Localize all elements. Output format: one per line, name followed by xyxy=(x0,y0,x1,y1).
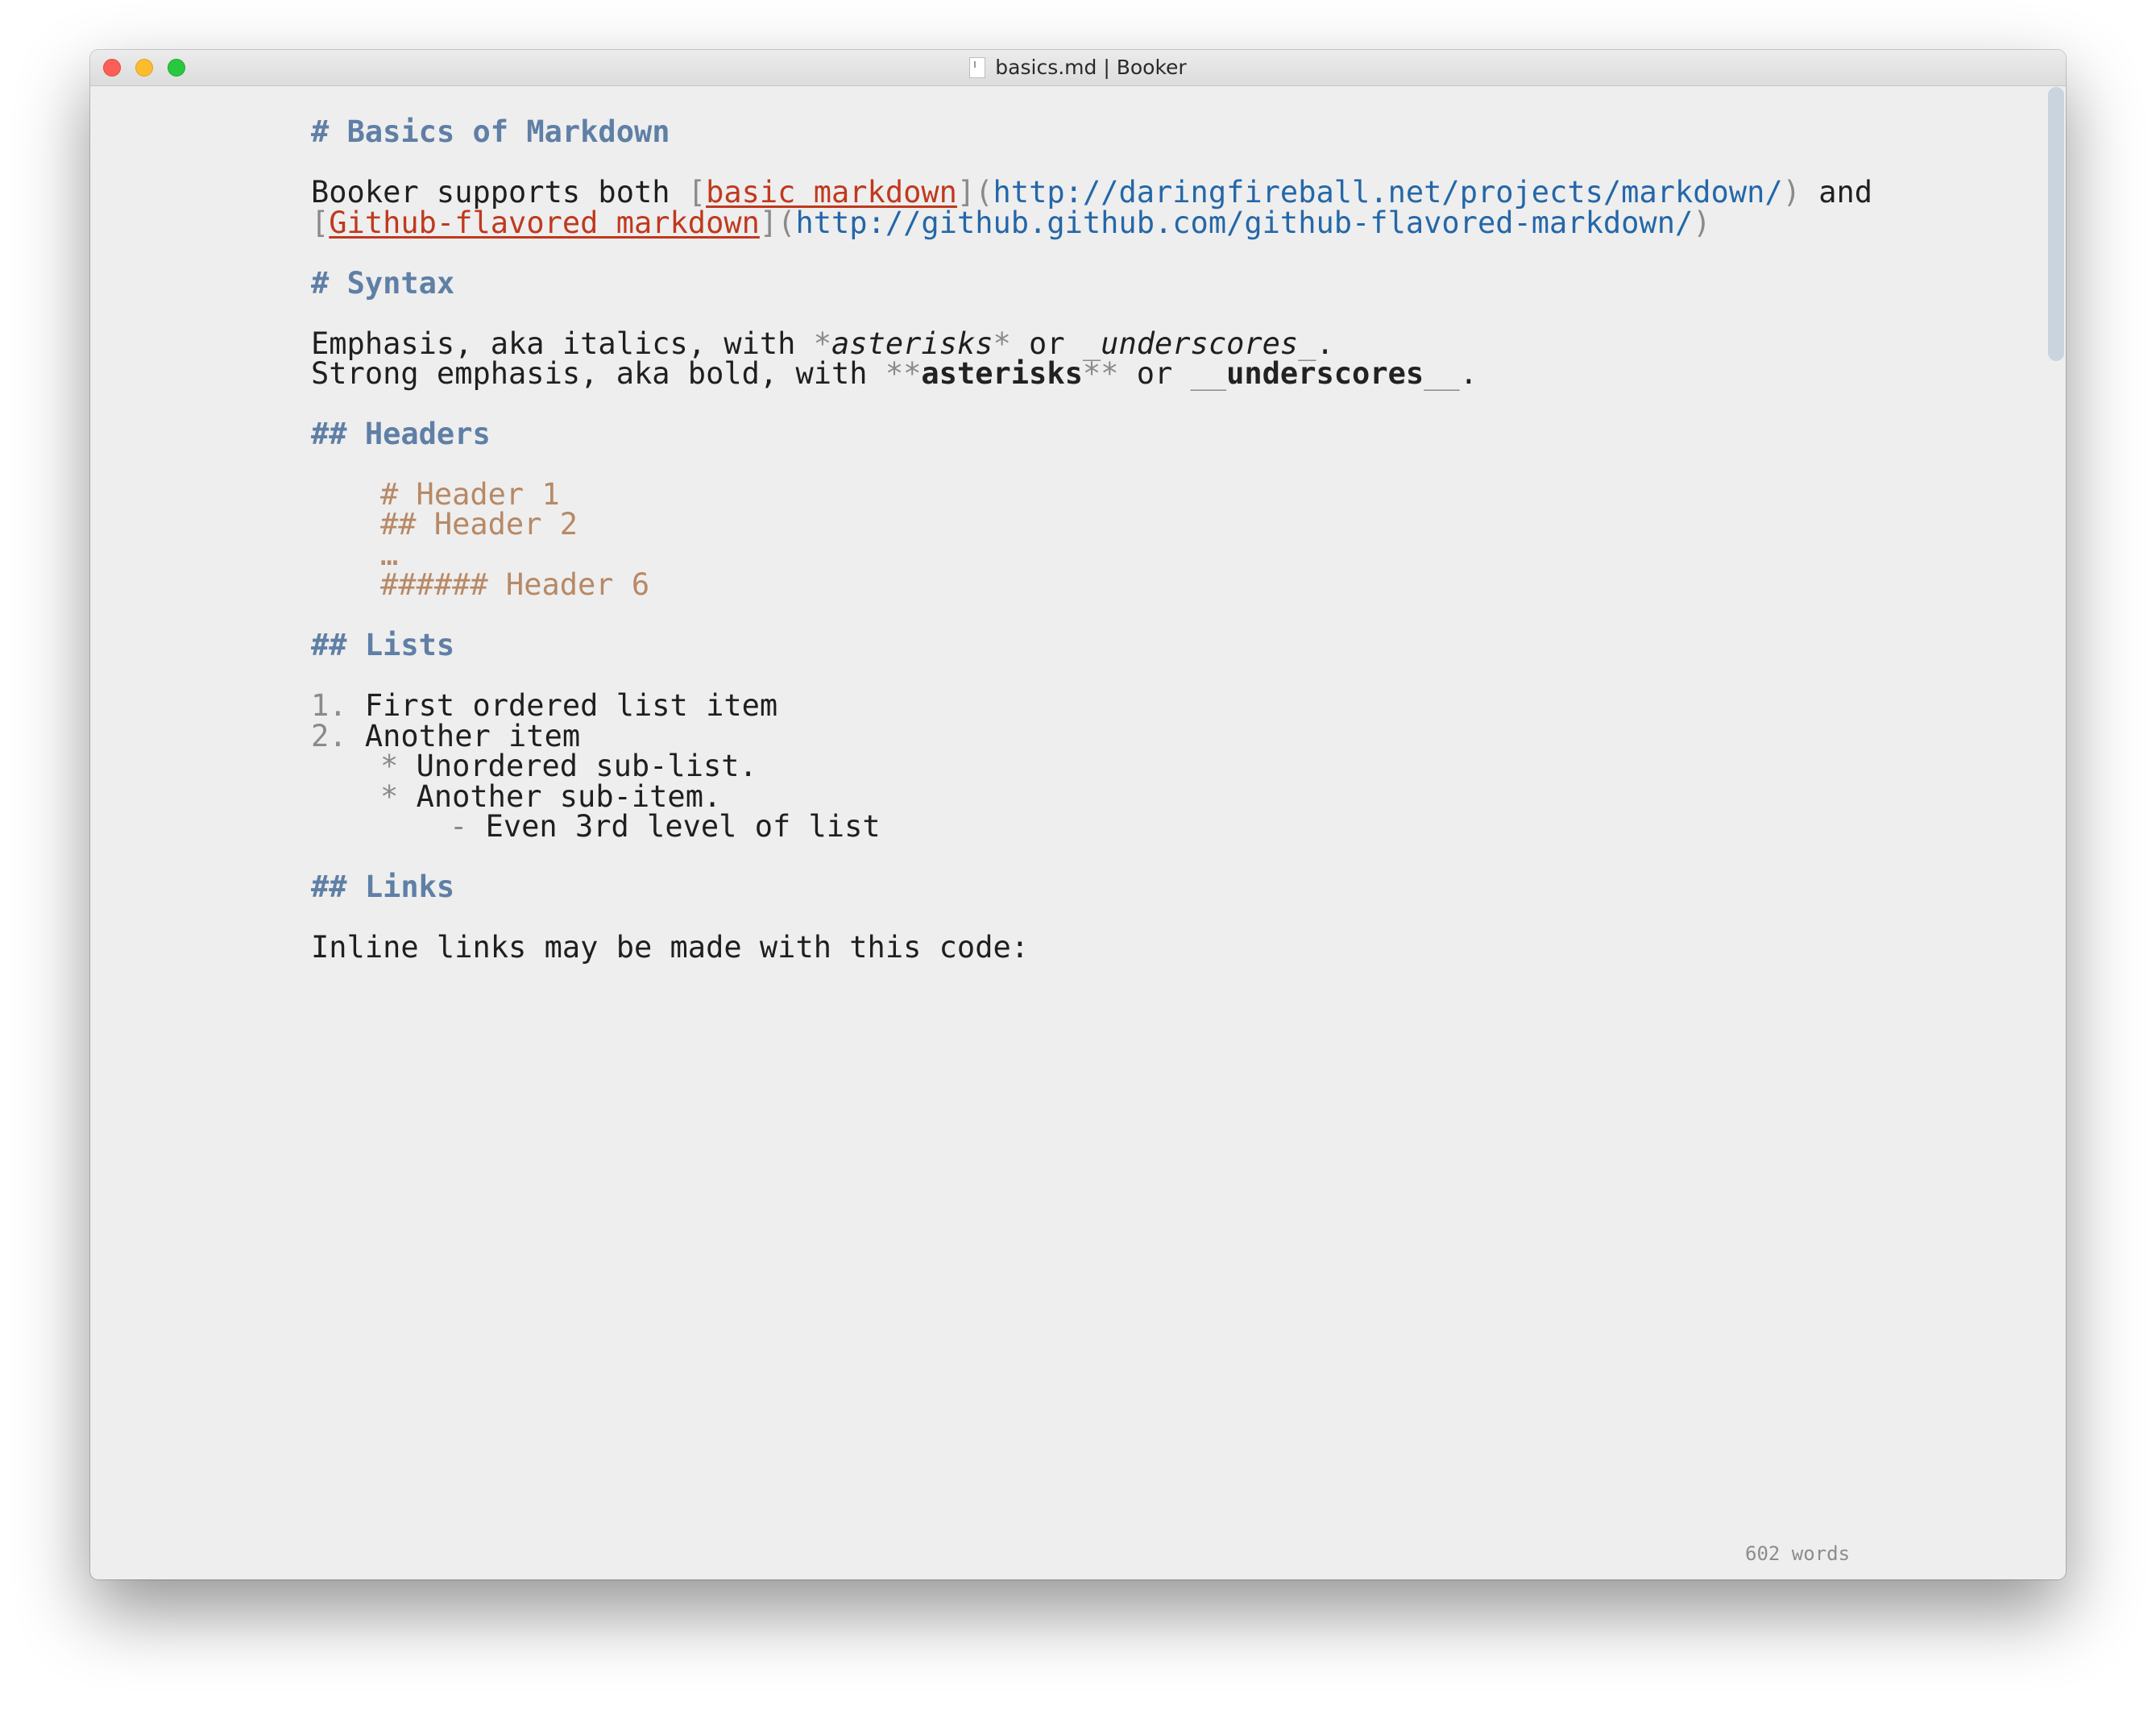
code-line: ###### Header 6 xyxy=(380,567,650,602)
scrollbar-thumb[interactable] xyxy=(2048,87,2064,361)
link-bracket: [ xyxy=(311,205,330,240)
heading-links: ## Links xyxy=(311,865,454,910)
link-paren: ) xyxy=(1693,205,1711,240)
heading-marker: # xyxy=(311,114,347,149)
strong-or: or xyxy=(1118,356,1191,391)
heading-marker: # xyxy=(311,266,347,301)
strong-line: Strong emphasis, aka bold, with **asteri… xyxy=(311,351,1478,396)
heading-text: Syntax xyxy=(346,266,455,301)
strong-end: . xyxy=(1459,356,1478,391)
heading-text: Basics of Markdown xyxy=(346,114,670,149)
strong-marker: __ xyxy=(1190,356,1227,391)
markdown-editor[interactable]: # Basics of Markdown Booker supports bot… xyxy=(311,50,1955,1549)
heading-marker: ## xyxy=(311,870,365,904)
links-intro-line: Inline links may be made with this code: xyxy=(311,930,1030,965)
link-bracket: ]( xyxy=(759,205,796,240)
heading-text: Links xyxy=(364,870,455,904)
strong-marker: ** xyxy=(1082,356,1119,391)
list-marker: - xyxy=(450,809,486,844)
strong-text: Strong emphasis, aka bold, with xyxy=(311,356,885,391)
heading-basics: # Basics of Markdown xyxy=(311,110,670,155)
heading-text: Headers xyxy=(364,417,491,451)
third-level-list-item: - Even 3rd level of list xyxy=(450,804,881,849)
bold-word: underscores xyxy=(1226,356,1424,391)
vertical-scrollbar[interactable] xyxy=(2046,85,2066,1579)
code-line: ## Header 2 xyxy=(380,507,578,542)
intro-joiner: and xyxy=(1800,175,1873,210)
app-window: basics.md | Booker # Basics of Markdown … xyxy=(90,50,2066,1579)
heading-headers: ## Headers xyxy=(311,412,491,457)
strong-marker: __ xyxy=(1424,356,1460,391)
strong-marker: ** xyxy=(885,356,922,391)
list-marker: * xyxy=(380,779,417,814)
list-item-text: Even 3rd level of list xyxy=(485,809,881,844)
heading-syntax: # Syntax xyxy=(311,261,454,306)
word-count: 602 words xyxy=(1745,1542,1851,1565)
bold-word: asterisks xyxy=(921,356,1083,391)
heading-lists: ## Lists xyxy=(311,623,454,668)
heading-text: Lists xyxy=(364,628,455,662)
list-marker: 2. xyxy=(311,719,365,753)
heading-marker: ## xyxy=(311,628,365,662)
link-paren: ) xyxy=(1782,175,1801,210)
link-url-github[interactable]: http://github.github.com/github-flavored… xyxy=(795,205,1693,240)
link-github-flavored-markdown[interactable]: Github-flavored markdown xyxy=(329,205,760,240)
intro-line-2: [Github-flavored markdown](http://github… xyxy=(311,201,1711,246)
heading-marker: ## xyxy=(311,417,365,451)
